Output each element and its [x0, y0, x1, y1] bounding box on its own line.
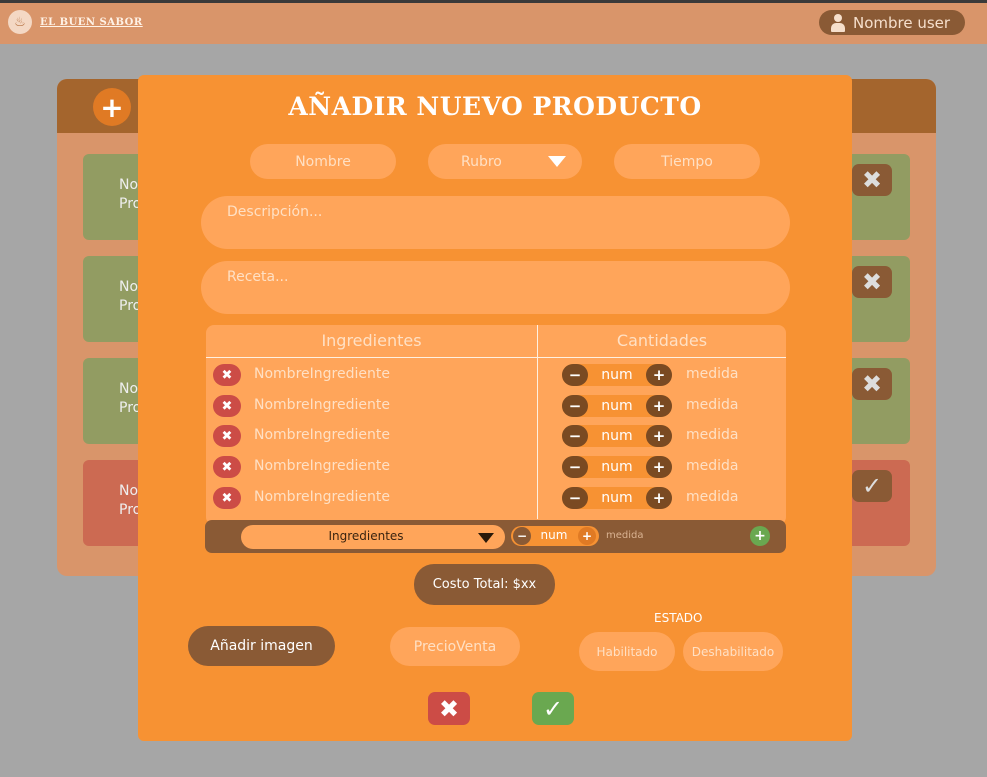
ingredients-table: Ingredientes Cantidades ✖ NombreIngredie…: [206, 325, 786, 525]
add-image-button[interactable]: Añadir imagen: [188, 626, 335, 666]
unit-label: medida: [686, 397, 739, 413]
quantity-value[interactable]: num: [588, 490, 646, 506]
chef-hat-icon: ♨: [8, 10, 32, 34]
quantity-stepper: − num +: [562, 395, 672, 417]
ingredient-name: NombreIngrediente: [254, 489, 390, 505]
quantity-stepper: − num +: [562, 456, 672, 478]
ingredient-select-label: Ingredientes: [328, 529, 404, 543]
ingredients-column-header: Ingredientes: [321, 331, 422, 350]
user-icon: [831, 13, 845, 32]
enable-product-button[interactable]: ✓: [852, 470, 892, 502]
add-product-button[interactable]: +: [93, 88, 131, 126]
quantity-value[interactable]: num: [533, 528, 575, 542]
disable-product-button[interactable]: ✖: [852, 266, 892, 298]
ingredient-row: ✖ NombreIngrediente − num + medida: [206, 423, 786, 449]
enabled-state-button[interactable]: Habilitado: [579, 632, 675, 671]
remove-ingredient-button[interactable]: ✖: [213, 395, 241, 417]
new-quantity-stepper: − num +: [511, 526, 599, 546]
remove-ingredient-button[interactable]: ✖: [213, 425, 241, 447]
unit-label: medida: [606, 530, 644, 541]
increase-quantity-button[interactable]: +: [646, 425, 672, 447]
ingredient-row: ✖ NombreIngrediente − num + medida: [206, 485, 786, 511]
quantity-value[interactable]: num: [588, 367, 646, 383]
increase-quantity-button[interactable]: +: [646, 395, 672, 417]
decrease-quantity-button[interactable]: −: [562, 364, 588, 386]
tiempo-input[interactable]: Tiempo: [614, 144, 760, 179]
ingredient-row: ✖ NombreIngrediente − num + medida: [206, 362, 786, 388]
ingredient-name: NombreIngrediente: [254, 397, 390, 413]
nombre-input[interactable]: Nombre: [250, 144, 396, 179]
rubro-select[interactable]: Rubro: [428, 144, 582, 179]
unit-label: medida: [686, 489, 739, 505]
user-name: Nombre user: [853, 13, 951, 32]
ingredient-select[interactable]: Ingredientes: [241, 525, 505, 549]
unit-label: medida: [686, 366, 739, 382]
ingredient-row: ✖ NombreIngrediente − num + medida: [206, 454, 786, 480]
quantity-value[interactable]: num: [588, 428, 646, 444]
add-ingredient-bar: Ingredientes − num + medida +: [205, 520, 786, 553]
increase-quantity-button[interactable]: +: [646, 456, 672, 478]
ingredient-name: NombreIngrediente: [254, 458, 390, 474]
quantities-column-header: Cantidades: [616, 331, 708, 350]
modal-title: AÑADIR NUEVO PRODUCTO: [288, 92, 702, 121]
remove-ingredient-button[interactable]: ✖: [213, 364, 241, 386]
ingredient-name: NombreIngrediente: [254, 427, 390, 443]
unit-label: medida: [686, 427, 739, 443]
remove-ingredient-button[interactable]: ✖: [213, 487, 241, 509]
quantity-stepper: − num +: [562, 487, 672, 509]
total-cost-button[interactable]: Costo Total: $xx: [414, 564, 555, 605]
disabled-state-button[interactable]: Deshabilitado: [683, 632, 783, 671]
chevron-down-icon: [478, 533, 494, 543]
quantity-value[interactable]: num: [588, 459, 646, 475]
chevron-down-icon: [548, 156, 566, 167]
increase-quantity-button[interactable]: +: [646, 487, 672, 509]
unit-label: medida: [686, 458, 739, 474]
ingredient-row: ✖ NombreIngrediente − num + medida: [206, 393, 786, 419]
user-menu-button[interactable]: Nombre user: [819, 10, 965, 35]
increase-quantity-button[interactable]: +: [646, 364, 672, 386]
confirm-button[interactable]: ✓: [532, 692, 574, 725]
brand-name: EL BUEN SABOR: [40, 16, 143, 28]
brand[interactable]: ♨ EL BUEN SABOR: [8, 10, 143, 34]
quantity-value[interactable]: num: [588, 398, 646, 414]
table-divider: [206, 357, 786, 358]
decrease-quantity-button[interactable]: −: [562, 456, 588, 478]
add-ingredient-button[interactable]: +: [750, 526, 770, 546]
disable-product-button[interactable]: ✖: [852, 368, 892, 400]
decrease-quantity-button[interactable]: −: [562, 395, 588, 417]
estado-label: ESTADO: [654, 611, 703, 625]
add-product-modal: AÑADIR NUEVO PRODUCTO Nombre Rubro Tiemp…: [138, 75, 852, 741]
remove-ingredient-button[interactable]: ✖: [213, 456, 241, 478]
decrease-quantity-button[interactable]: −: [513, 527, 531, 545]
quantity-stepper: − num +: [562, 364, 672, 386]
cancel-button[interactable]: ✖: [428, 692, 470, 725]
precio-venta-input[interactable]: PrecioVenta: [390, 627, 520, 666]
quantity-stepper: − num +: [562, 425, 672, 447]
rubro-select-label: Rubro: [461, 153, 502, 170]
receta-textarea[interactable]: Receta...: [201, 261, 790, 314]
disable-product-button[interactable]: ✖: [852, 164, 892, 196]
ingredient-name: NombreIngrediente: [254, 366, 390, 382]
increase-quantity-button[interactable]: +: [578, 527, 596, 545]
decrease-quantity-button[interactable]: −: [562, 487, 588, 509]
decrease-quantity-button[interactable]: −: [562, 425, 588, 447]
top-navbar: ♨ EL BUEN SABOR Nombre user: [0, 0, 987, 44]
descripcion-textarea[interactable]: Descripción...: [201, 196, 790, 249]
